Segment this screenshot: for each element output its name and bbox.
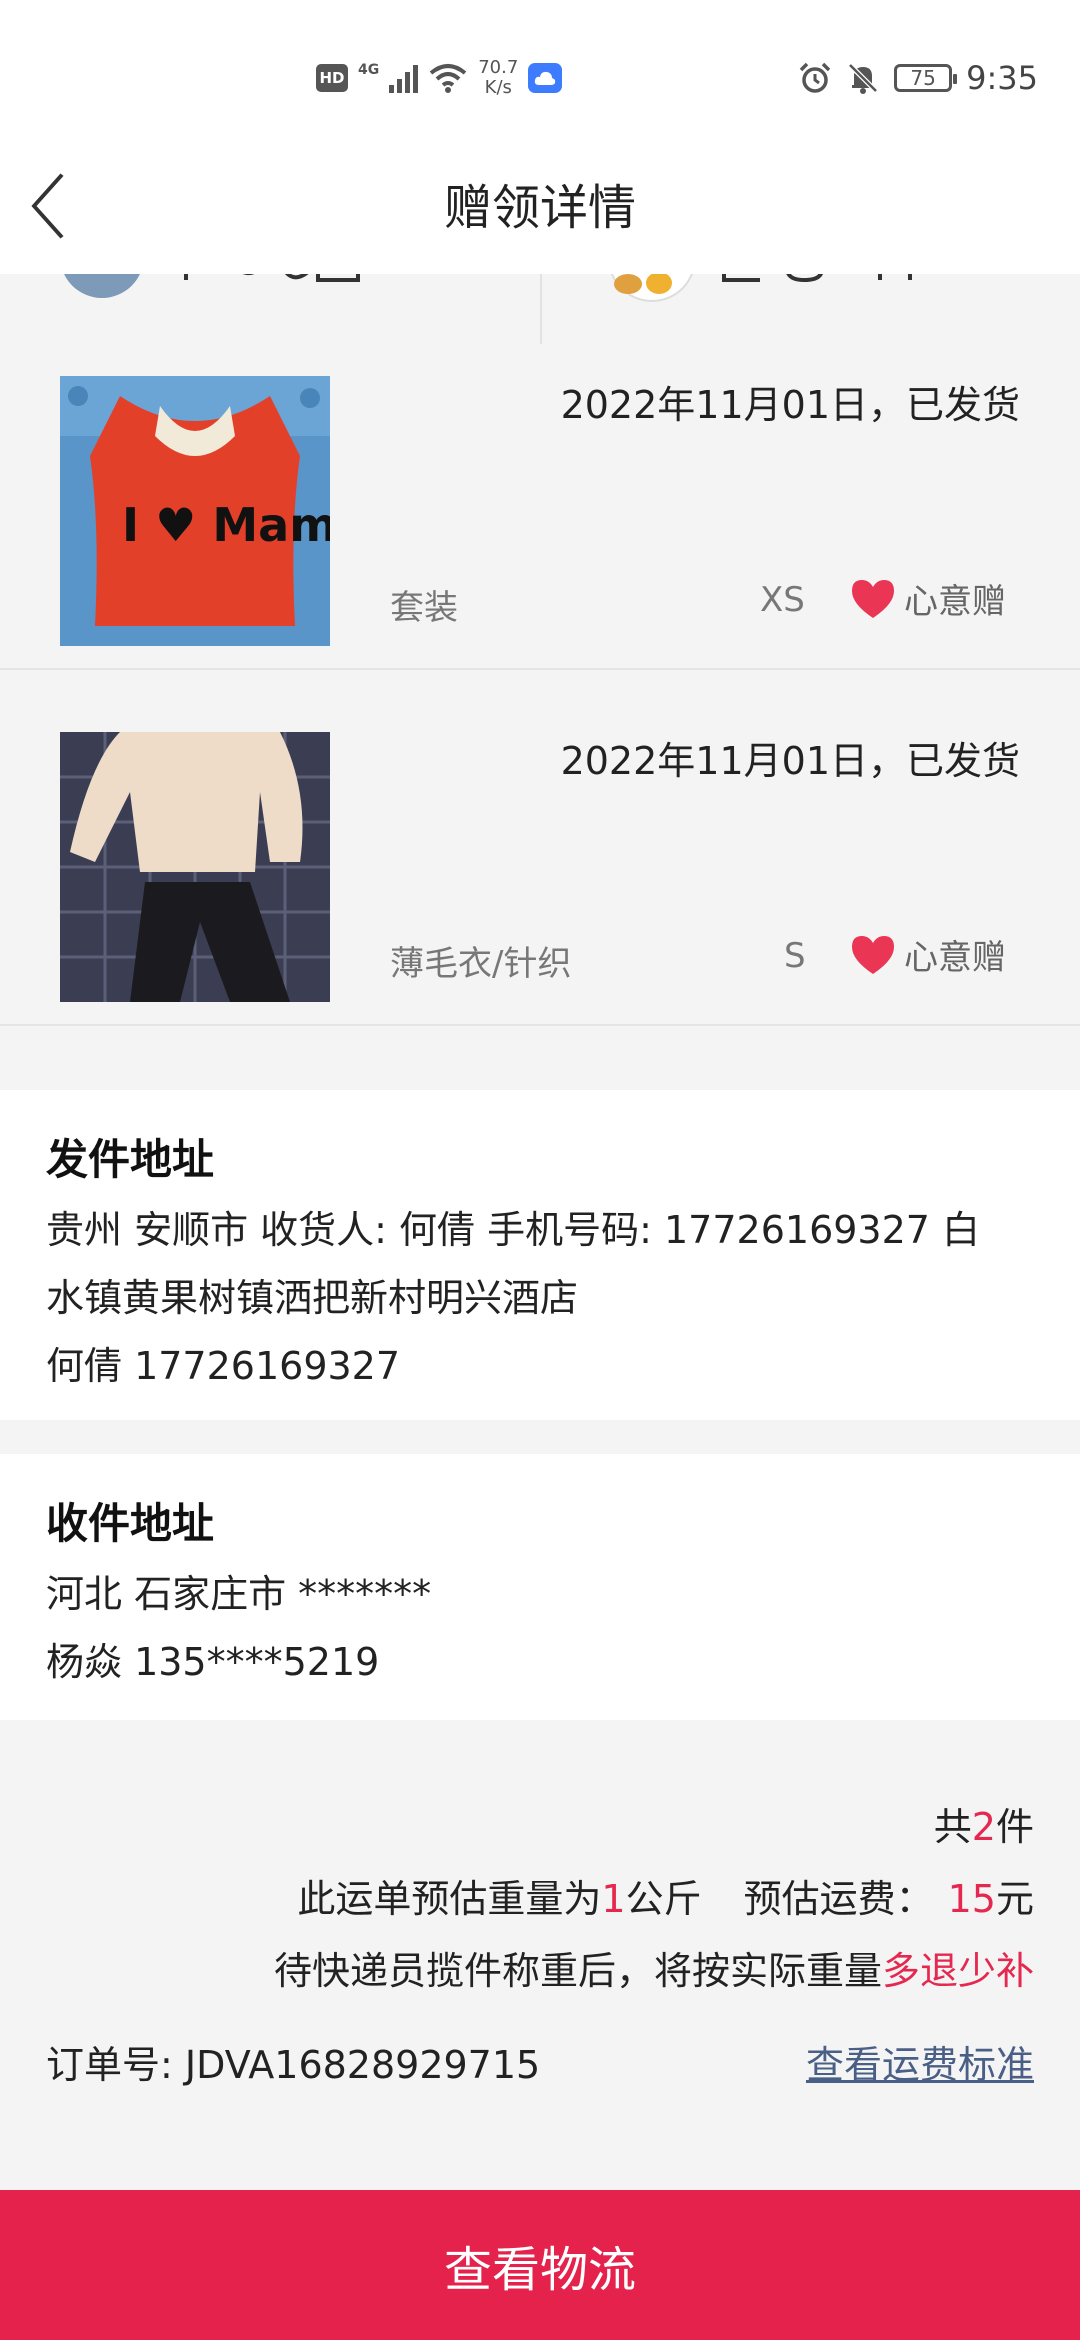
clock: 9:35: [966, 59, 1038, 97]
giver-user[interactable]: [0, 274, 540, 344]
item-date-status: 2022年11月01日，已发货: [560, 739, 1020, 783]
status-right-group: 75 9:35: [798, 52, 1038, 104]
sender-address-line1: 贵州 安顺市 收货人: 何倩 手机号码: 17726169327 白: [46, 1208, 981, 1252]
network-type: 4G: [358, 62, 380, 78]
order-number: 订单号: JDVA16828929715: [46, 2034, 540, 2089]
item-category: 套装: [390, 588, 458, 628]
receiver-name-cut: [720, 274, 950, 303]
weight-fee-line: 此运单预估重量为1公斤 预估运费： 15元: [297, 1868, 1034, 1923]
fee-suffix: 元: [995, 1877, 1034, 1921]
gift-item[interactable]: I ♥ Mama 2022年11月01日，已发货 套装 XS 心意赠: [0, 344, 1080, 670]
view-logistics-button[interactable]: 查看物流: [0, 2190, 1080, 2340]
item-category: 薄毛衣/针织: [390, 944, 572, 984]
item-count: 共2件: [934, 1796, 1034, 1851]
fee-prefix: 预估运费：: [743, 1877, 934, 1921]
cloud-icon: [528, 63, 563, 93]
nav-header: 赠领详情: [0, 150, 1080, 274]
hd-badge: HD: [316, 64, 348, 92]
gift-type-label: 心意赠: [904, 582, 1006, 622]
gift-type-label: 心意赠: [904, 938, 1006, 978]
count-suffix: 件: [995, 1805, 1034, 1849]
item-date-status: 2022年11月01日，已发货: [560, 383, 1020, 427]
speed-value: 70.7: [478, 57, 519, 78]
item-size: S: [784, 936, 806, 976]
note-highlight: 多退少补: [881, 1949, 1034, 1993]
gift-type: 心意赠: [850, 574, 1006, 623]
order-number-value: JDVA16828929715: [184, 2043, 541, 2087]
sender-contact: 何倩 17726169327: [46, 1344, 401, 1388]
fee-standard-link[interactable]: 查看运费标准: [806, 2034, 1034, 2089]
mute-bell-icon: [848, 63, 878, 94]
sender-title: 发件地址: [46, 1135, 215, 1184]
item-photo: [60, 732, 330, 1002]
signal-icon: [389, 63, 419, 93]
gift-item[interactable]: 2022年11月01日，已发货 薄毛衣/针织 S 心意赠: [0, 700, 1080, 1026]
heart-icon: [852, 579, 894, 618]
status-bar: HD 4G 70.7 K/s 75 9:35: [0, 0, 1080, 150]
weight-prefix: 此运单预估重量为: [297, 1877, 602, 1921]
order-label: 订单号:: [46, 2043, 173, 2087]
avatar: [60, 274, 144, 298]
avatar: [608, 274, 696, 302]
gift-type: 心意赠: [850, 930, 1006, 979]
giver-name-cut: [168, 274, 378, 303]
sender-address-line2: 水镇黄果树镇洒把新村明兴酒店: [46, 1276, 579, 1320]
item-size: XS: [760, 580, 805, 620]
speed-unit: K/s: [484, 77, 512, 98]
item-photo: I ♥ Mama: [60, 376, 330, 646]
sender-address-card: 发件地址 贵州 安顺市 收货人: 何倩 手机号码: 17726169327 白 …: [0, 1090, 1080, 1420]
weight-suffix: 公斤: [625, 1877, 702, 1921]
battery-icon: 75: [894, 64, 958, 92]
receiver-address: 河北 石家庄市 *******: [46, 1572, 432, 1616]
status-left-group: HD 4G 70.7 K/s: [316, 52, 563, 104]
fee-value: 15: [947, 1877, 996, 1921]
count-prefix: 共: [933, 1805, 972, 1849]
photo-caption: I ♥ Mama: [122, 498, 330, 552]
alarm-icon: [799, 62, 831, 93]
weight-note: 待快递员揽件称重后，将按实际重量多退少补: [274, 1940, 1034, 1995]
receiver-address-card: 收件地址 河北 石家庄市 ******* 杨焱 135****5219: [0, 1454, 1080, 1720]
count-value: 2: [971, 1805, 996, 1849]
page-title: 赠领详情: [443, 180, 636, 236]
note-prefix: 待快递员揽件称重后，将按实际重量: [273, 1949, 882, 1993]
weight-value: 1: [601, 1877, 626, 1921]
wifi-icon: [429, 64, 467, 93]
receiver-contact: 杨焱 135****5219: [46, 1640, 380, 1684]
receiver-title: 收件地址: [46, 1499, 215, 1548]
heart-icon: [852, 935, 894, 974]
network-speed: 70.7 K/s: [478, 58, 518, 98]
user-strip: [0, 274, 1080, 346]
receiver-user[interactable]: [542, 274, 1080, 344]
